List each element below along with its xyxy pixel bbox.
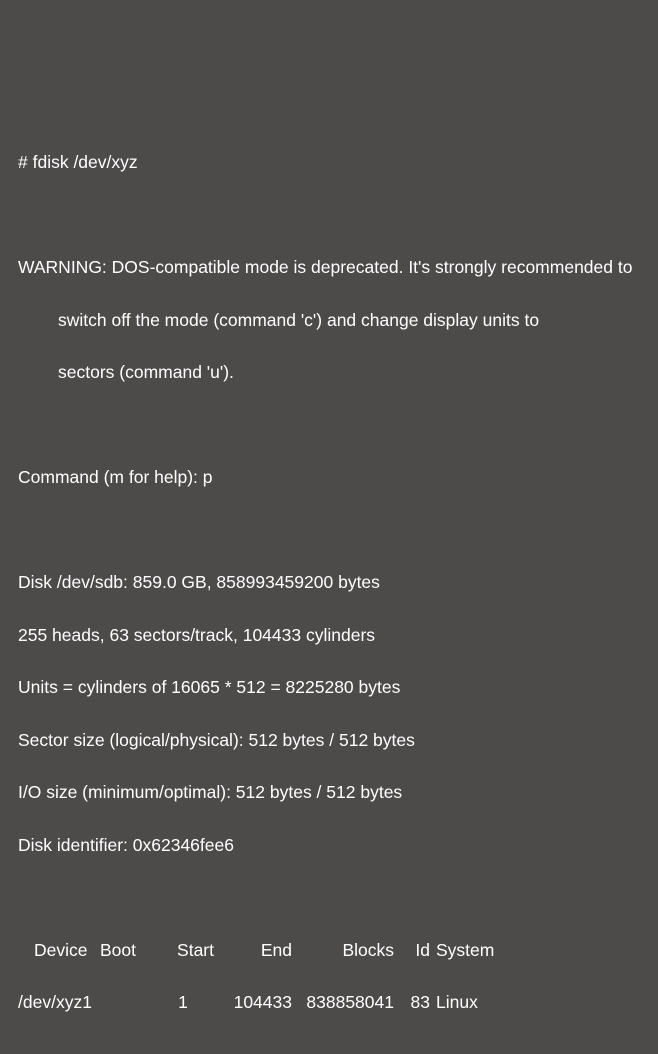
col-boot: Boot xyxy=(100,937,152,963)
command-prompt: Command (m for help): p xyxy=(18,464,640,490)
warning-line-1: WARNING: DOS-compatible mode is deprecat… xyxy=(18,254,640,280)
warning-line-2: switch off the mode (command 'c') and ch… xyxy=(18,307,640,333)
cell-start: 1 xyxy=(152,989,214,1015)
blank-line xyxy=(18,202,640,228)
cell-system: Linux xyxy=(430,989,478,1015)
partition-row: /dev/xyz1110443383885804183Linux xyxy=(18,989,640,1015)
disk-info-io: I/O size (minimum/optimal): 512 bytes / … xyxy=(18,779,640,805)
disk-info-sector: Sector size (logical/physical): 512 byte… xyxy=(18,727,640,753)
col-end: End xyxy=(214,937,292,963)
cell-end: 104433 xyxy=(214,989,292,1015)
col-start: Start xyxy=(152,937,214,963)
blank-line xyxy=(18,517,640,543)
prompt-input[interactable]: p xyxy=(203,467,213,487)
col-device: Device xyxy=(18,937,100,963)
blank-line xyxy=(18,884,640,910)
disk-info-size: Disk /dev/sdb: 859.0 GB, 858993459200 by… xyxy=(18,569,640,595)
disk-info-identifier: Disk identifier: 0x62346fee6 xyxy=(18,832,640,858)
col-system: System xyxy=(430,937,494,963)
warning-line-3: sectors (command 'u'). xyxy=(18,359,640,385)
prompt-label: Command (m for help): xyxy=(18,467,203,487)
cell-device: /dev/xyz1 xyxy=(18,989,152,1015)
disk-info-geometry: 255 heads, 63 sectors/track, 104433 cyli… xyxy=(18,622,640,648)
command-line: # fdisk /dev/xyz xyxy=(18,149,640,175)
disk-info-units: Units = cylinders of 16065 * 512 = 82252… xyxy=(18,674,640,700)
cell-id: 83 xyxy=(400,989,430,1015)
cell-blocks: 838858041 xyxy=(292,989,394,1015)
col-blocks: Blocks xyxy=(292,937,394,963)
terminal-output: # fdisk /dev/xyz WARNING: DOS-compatible… xyxy=(18,123,640,1042)
col-id: Id xyxy=(400,937,430,963)
partition-header: DeviceBootStartEndBlocksIdSystem xyxy=(18,937,640,963)
blank-line xyxy=(18,412,640,438)
